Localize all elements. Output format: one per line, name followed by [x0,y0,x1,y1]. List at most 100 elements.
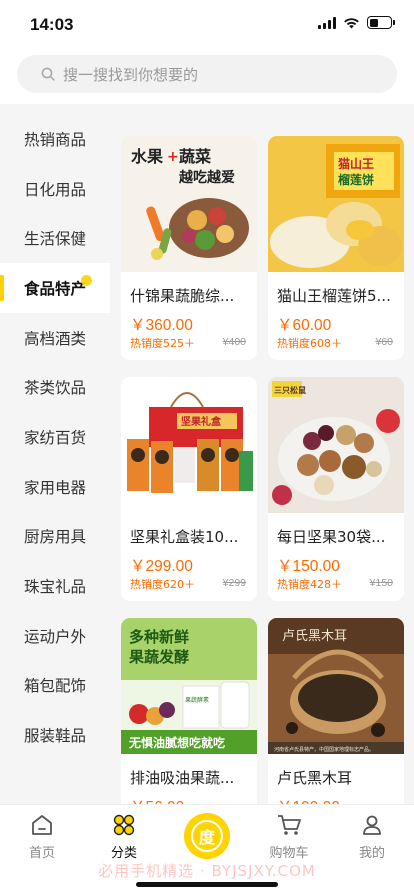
product-grid: 水果 + 蔬菜 越吃越爱 什锦果蔬脆综... ￥360.00 热销度525＋ ¥… [121,136,405,804]
tab-profile[interactable]: 我的 [342,811,402,861]
category-icon [110,811,138,839]
product-old-price: ¥150 [369,577,393,589]
image-text-tag: 三只松鼠 [274,385,306,395]
image-text-footer: 河南省卢氏县特产，中国国家地理标志产品。 [274,746,374,753]
sidebar-item-liquor[interactable]: 高档酒类 [0,313,110,363]
sidebar-item-label: 家用电器 [23,478,86,497]
signal-icon [318,16,336,29]
product-old-price: ¥400 [222,336,246,348]
product-image: 猫山王 榴莲饼 [268,136,404,272]
product-name: 坚果礼盒装10... [130,528,239,546]
product-price: ￥150.00 [277,558,340,575]
product-old-price: ¥60 [375,336,393,348]
image-text-line1: 多种新鲜 [129,628,189,646]
search-placeholder: 搜一搜找到你想要的 [63,65,199,84]
product-card[interactable]: 猫山王 榴莲饼 猫山王榴莲饼5... ￥60.00 热销度608＋ ¥60 [268,136,404,360]
sidebar-item-label: 家纺百货 [23,428,86,447]
tab-home[interactable]: 首页 [12,811,72,861]
wifi-icon [344,17,359,28]
image-text-plus: + [167,149,179,165]
home-icon [28,811,56,839]
sidebar-item-clothing[interactable]: 服装鞋品 [0,710,110,760]
image-text-box: 果蔬酵素 [185,696,209,704]
product-card[interactable]: 水果 + 蔬菜 越吃越爱 什锦果蔬脆综... ￥360.00 热销度525＋ ¥… [121,136,257,360]
sidebar-item-label: 运动户外 [23,627,86,646]
product-name: 卢氏黑木耳 [277,769,353,787]
sidebar-item-sports[interactable]: 运动户外 [0,611,110,661]
image-text-fruit: 水果 [131,147,163,166]
product-card[interactable]: 坚果礼盒 坚果礼盒装10... ￥299.00 热销度620＋ ¥299 [121,377,257,601]
product-sales: 热销度428＋ [277,578,342,591]
search-icon [41,67,55,81]
sidebar-item-textile[interactable]: 家纺百货 [0,412,110,462]
tab-label: 购物车 [269,846,309,861]
home-indicator [136,882,278,887]
image-text-banner: 无惧油腻想吃就吃 [128,735,225,750]
sidebar-item-appliance[interactable]: 家用电器 [0,462,110,512]
tab-cart[interactable]: 购物车 [259,811,319,861]
battery-icon [367,16,395,29]
product-card[interactable]: 三只松鼠 每日坚果30袋... ￥150.00 热销度428＋ ¥150 [268,377,404,601]
product-sales: 热销度608＋ [277,337,342,350]
sidebar-item-jewelry[interactable]: 珠宝礼品 [0,561,110,611]
sidebar-item-label: 箱包配饰 [23,677,86,696]
search-input[interactable]: 搜一搜找到你想要的 [17,55,397,93]
product-old-price: ¥299 [222,577,246,589]
product-name: 每日坚果30袋... [277,528,386,546]
sidebar-item-tea[interactable]: 茶类饮品 [0,362,110,412]
product-grid-area: 水果 + 蔬菜 越吃越爱 什锦果蔬脆综... ￥360.00 热销度525＋ ¥… [110,104,414,804]
sidebar-item-label: 珠宝礼品 [23,578,86,597]
sidebar-item-kitchen[interactable]: 厨房用具 [0,512,110,562]
center-action-label: 度 [191,820,223,852]
product-card[interactable]: 多种新鲜 果蔬发酵 果蔬酵素 无惧油腻想吃就吃 排油吸油果蔬... ￥56.00 [121,618,257,804]
product-image: 卢氏黑木耳 河南省卢氏县特产，中国国家地理标志产品。 [268,618,404,754]
image-text-title: 卢氏黑木耳 [282,628,347,644]
sidebar-item-label: 高档酒类 [23,329,86,348]
product-price: ￥199.00 [277,795,340,804]
tab-category[interactable]: 分类 [94,811,154,861]
product-image: 多种新鲜 果蔬发酵 果蔬酵素 无惧油腻想吃就吃 [121,618,257,754]
sidebar-item-label: 生活保健 [23,230,86,249]
tab-label: 我的 [358,846,385,861]
product-image: 水果 + 蔬菜 越吃越爱 [121,136,257,272]
tab-label: 分类 [110,846,137,861]
product-price: ￥56.00 [130,795,184,804]
product-sales: 热销度525＋ [130,337,195,350]
sidebar-item-label: 日化用品 [23,180,86,199]
product-image: 三只松鼠 [268,377,404,513]
profile-icon [358,811,386,839]
image-text-box: 坚果礼盒 [181,415,222,428]
product-price: ￥60.00 [277,317,332,334]
sidebar-item-label: 食品特产 [23,279,86,298]
watermark: 必用手机精选 · BYJSJXY.COM [98,862,316,880]
sidebar-item-label: 茶类饮品 [23,379,86,398]
sidebar-item-label: 服装鞋品 [23,727,86,746]
image-text-box-a: 猫山王 [338,156,374,171]
image-text-box-b: 榴莲饼 [338,172,374,187]
product-image: 坚果礼盒 [121,377,257,513]
active-dot [81,275,92,287]
status-icons [318,16,395,29]
product-card[interactable]: 卢氏黑木耳 河南省卢氏县特产，中国国家地理标志产品。 卢氏黑木耳 ￥199.00 [268,618,404,804]
image-text-line2: 果蔬发酵 [128,648,189,666]
sidebar-item-daily[interactable]: 日化用品 [0,164,110,214]
product-name: 排油吸油果蔬... [130,769,235,787]
sidebar-item-bags[interactable]: 箱包配饰 [0,661,110,711]
cart-icon [275,811,303,839]
search-bar: 搜一搜找到你想要的 [0,48,414,104]
image-text-veg: 蔬菜 [179,147,211,166]
product-price: ￥360.00 [130,317,193,334]
sidebar-item-label: 热销商品 [23,130,86,149]
product-name: 什锦果蔬脆综... [130,287,235,305]
product-sales: 热销度620＋ [130,578,195,591]
category-sidebar: 热销商品 日化用品 生活保健 食品特产 高档酒类 茶类饮品 家纺百货 家用电器 … [0,104,110,804]
status-time: 14:03 [30,15,74,34]
sidebar-item-hot[interactable]: 热销商品 [0,114,110,164]
tab-label: 首页 [28,846,55,861]
product-price: ￥299.00 [130,558,193,575]
sidebar-item-food[interactable]: 食品特产 [0,263,110,313]
center-action-button[interactable]: 度 [184,813,230,859]
product-name: 猫山王榴莲饼5... [277,287,391,305]
sidebar-item-health[interactable]: 生活保健 [0,213,110,263]
status-bar: 14:03 [0,0,414,48]
